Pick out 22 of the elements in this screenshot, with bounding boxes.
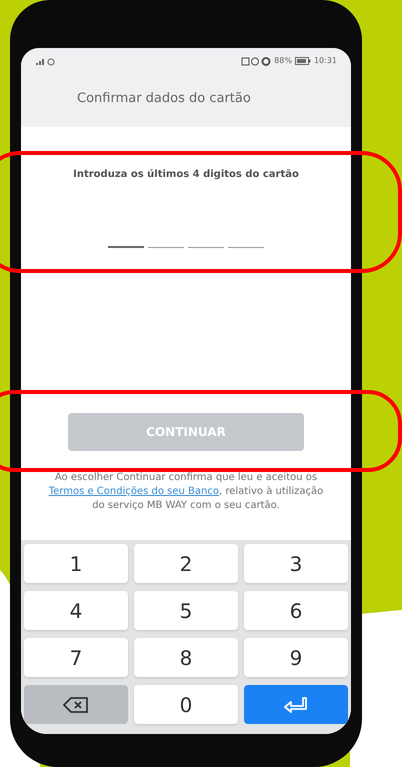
- header-title: Confirmar dados do cartão: [77, 90, 251, 108]
- keypad-key[interactable]: 1: [24, 544, 128, 583]
- keypad-key[interactable]: 5: [134, 591, 238, 630]
- terms-text: Ao escolher Continuar confirma que leu e aceitou os Termos e Condições do seu Banco, relativo à utilização do serviço MB WAY com o seu cartão.: [48, 471, 324, 513]
- battery-icon: [294, 57, 311, 65]
- status-icons: [241, 56, 272, 66]
- enter-icon: [283, 696, 309, 714]
- keypad-key[interactable]: 0: [134, 685, 238, 724]
- backspace-icon: [63, 696, 89, 712]
- keypad-key[interactable]: 7: [24, 638, 128, 677]
- prompt-text: Introduza os últimos 4 digitos do cartão: [73, 168, 299, 182]
- keypad-key[interactable]: 4: [24, 591, 128, 630]
- signal-icon: [35, 56, 57, 66]
- keypad-key[interactable]: 9: [244, 638, 348, 677]
- keypad-key[interactable]: 8: [134, 638, 238, 677]
- keypad-key[interactable]: 3: [244, 544, 348, 583]
- clock: 10:31: [314, 55, 337, 67]
- keypad-key[interactable]: 2: [134, 544, 238, 583]
- battery-percent: 88%: [274, 55, 292, 67]
- keypad-key[interactable]: 6: [244, 591, 348, 630]
- enter-key[interactable]: [244, 685, 348, 724]
- backspace-key[interactable]: [24, 685, 128, 724]
